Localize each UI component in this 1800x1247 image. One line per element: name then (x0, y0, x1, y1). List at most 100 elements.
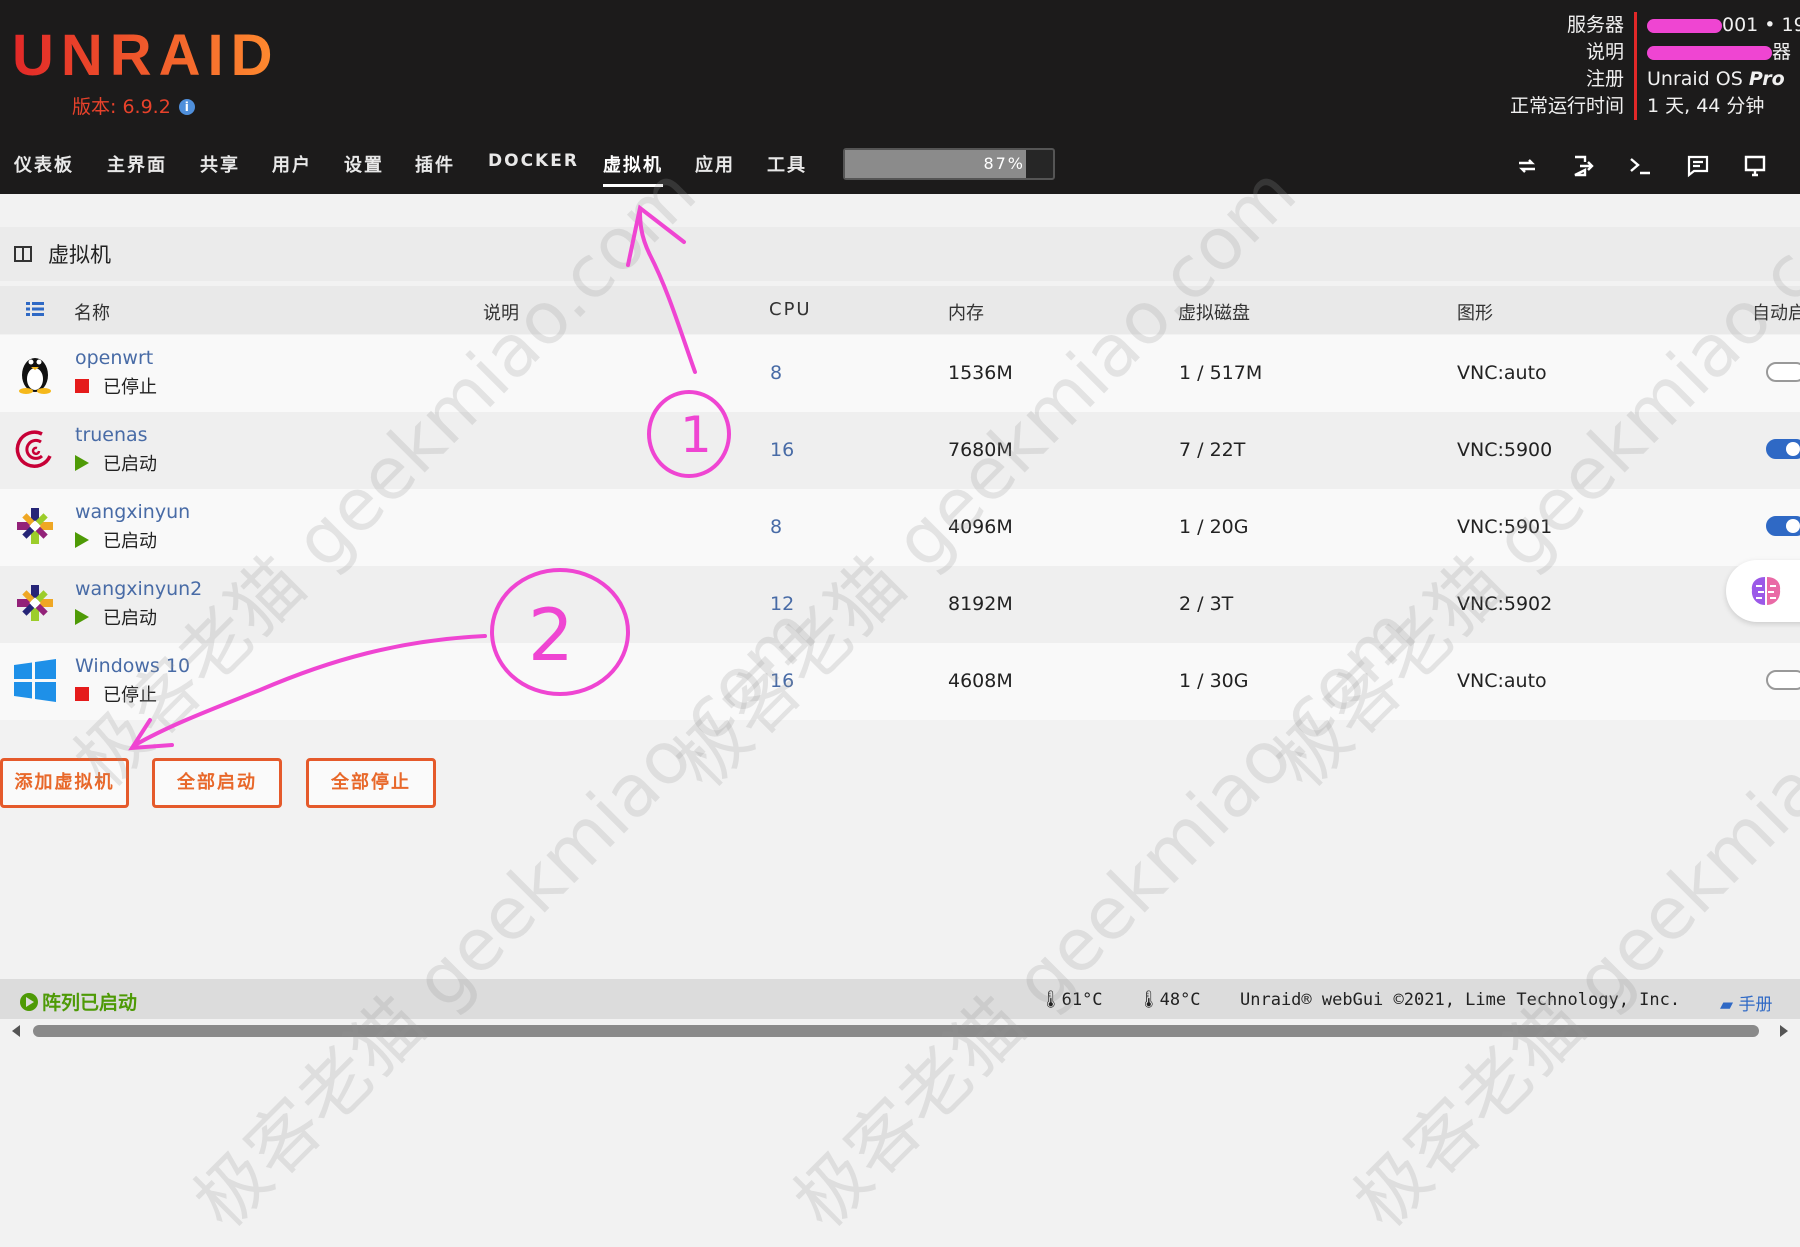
scroll-thumb[interactable] (33, 1025, 1759, 1037)
vm-memory: 1536M (948, 362, 1013, 384)
vm-vdisk: 7 / 22T (1179, 439, 1246, 461)
vm-row: openwrt 已停止 8 1536M 1 / 517M VNC:auto (0, 335, 1800, 412)
running-icon (75, 455, 89, 471)
scroll-left-arrow[interactable] (12, 1025, 20, 1037)
autostart-toggle[interactable] (1766, 670, 1800, 690)
vm-memory: 4096M (948, 516, 1013, 538)
nav-docker[interactable]: DOCKER (488, 151, 579, 171)
autostart-toggle[interactable] (1766, 362, 1800, 382)
vm-cpu[interactable]: 8 (770, 362, 782, 384)
manual-link[interactable]: ▰ 手册 (1720, 990, 1772, 1015)
play-circle-icon (20, 992, 38, 1011)
column-header-memory: 内存 (948, 303, 984, 324)
floating-assistant-button[interactable] (1726, 560, 1800, 622)
vm-memory: 7680M (948, 439, 1013, 461)
running-icon (75, 532, 89, 548)
column-header-vdisk: 虚拟磁盘 (1178, 303, 1250, 324)
version-label: 版本: 6.9.2 i (72, 92, 195, 119)
nav-main[interactable]: 主界面 (107, 151, 167, 177)
column-header-cpu: CPU (769, 299, 812, 320)
nav-tools[interactable]: 工具 (767, 151, 807, 177)
autostart-toggle[interactable] (1766, 516, 1800, 536)
vm-status: 已启动 (75, 527, 157, 553)
footer-bar: 阵列已启动 🌡61°C 🌡48°C Unraid® webGui ©2021, … (0, 979, 1800, 1019)
description-value: 器 (1634, 39, 1800, 66)
vm-memory: 8192M (948, 593, 1013, 615)
annotation-arrowhead-2 (128, 718, 174, 751)
centos-icon[interactable] (12, 580, 58, 626)
nav-apps[interactable]: 应用 (695, 151, 735, 177)
vm-graphics: VNC:auto (1457, 362, 1547, 384)
info-icon[interactable]: i (178, 99, 195, 115)
redaction-scribble (1647, 45, 1772, 60)
nav-vms[interactable]: 虚拟机 (603, 151, 663, 187)
column-header-description: 说明 (483, 303, 519, 324)
vm-row: wangxinyun 已启动 8 4096M 1 / 20G VNC:5901 (0, 489, 1800, 566)
vm-graphics: VNC:5902 (1457, 593, 1553, 615)
vm-name-link[interactable]: Windows 10 (75, 655, 190, 677)
vm-memory: 4608M (948, 670, 1013, 692)
panel-icon[interactable] (14, 246, 32, 262)
start-all-button[interactable]: 全部启动 (152, 758, 282, 808)
stopped-icon (75, 379, 89, 393)
debian-icon[interactable] (12, 426, 58, 472)
cpu-usage-text: 87% (983, 154, 1025, 173)
refresh-icon[interactable] (1515, 154, 1539, 178)
monitor-icon[interactable] (1743, 154, 1767, 178)
list-view-icon[interactable] (26, 301, 44, 317)
thermometer-icon: 🌡 (1040, 990, 1062, 1010)
thermometer-icon: 🌡 (1138, 990, 1160, 1010)
column-header-graphics: 图形 (1457, 303, 1493, 324)
autostart-toggle[interactable] (1766, 439, 1800, 459)
board-temperature: 🌡48°C (1138, 990, 1201, 1010)
horizontal-scrollbar[interactable] (0, 1019, 1800, 1041)
feedback-icon[interactable] (1686, 154, 1710, 178)
nav-shares[interactable]: 共享 (200, 151, 240, 177)
vm-cpu[interactable]: 12 (770, 593, 794, 615)
brain-icon (1751, 577, 1781, 605)
vm-graphics: VNC:5900 (1457, 439, 1553, 461)
nav-users[interactable]: 用户 (272, 151, 312, 177)
vm-name-link[interactable]: wangxinyun2 (75, 578, 202, 600)
vm-cpu[interactable]: 16 (770, 439, 794, 461)
redaction-scribble (1647, 18, 1722, 33)
column-header-autostart: 自动启 (1752, 303, 1800, 324)
registration-value[interactable]: Unraid OS Pro (1634, 66, 1800, 93)
server-info-row: 正常运行时间 1 天, 44 分钟 (1488, 93, 1800, 120)
linux-penguin-icon[interactable] (12, 349, 58, 395)
uptime-value: 1 天, 44 分钟 (1634, 93, 1800, 120)
windows-icon[interactable] (12, 657, 58, 703)
vm-cpu[interactable]: 8 (770, 516, 782, 538)
scroll-right-arrow[interactable] (1780, 1025, 1788, 1037)
vm-graphics: VNC:auto (1457, 670, 1547, 692)
nav-dashboard[interactable]: 仪表板 (14, 151, 74, 177)
server-label: 服务器 (1566, 14, 1624, 36)
description-label: 说明 (1585, 41, 1624, 63)
vm-cpu[interactable]: 16 (770, 670, 794, 692)
table-header: 名称 说明 CPU 内存 虚拟磁盘 图形 自动启 (0, 286, 1800, 334)
logout-icon[interactable] (1571, 154, 1595, 178)
terminal-icon[interactable] (1628, 154, 1652, 178)
centos-icon[interactable] (12, 503, 58, 549)
vm-name-link[interactable]: openwrt (75, 347, 153, 369)
section-title: 虚拟机 (48, 243, 111, 267)
unraid-logo[interactable]: UNRAID (12, 24, 280, 88)
server-value: 001 • 192 (1634, 12, 1800, 39)
stop-all-button[interactable]: 全部停止 (306, 758, 436, 808)
column-header-name: 名称 (74, 303, 110, 324)
add-vm-button[interactable]: 添加虚拟机 (0, 758, 129, 808)
vm-row: Windows 10 已停止 16 4608M 1 / 30G VNC:auto (0, 643, 1800, 720)
running-icon (75, 609, 89, 625)
section-header: 虚拟机 (0, 227, 1800, 281)
header-bar: UNRAID 版本: 6.9.2 i 服务器 001 • 192 说明 器 注册 … (0, 0, 1800, 194)
nav-plugins[interactable]: 插件 (415, 151, 455, 177)
vm-vdisk: 1 / 20G (1179, 516, 1249, 538)
vm-status: 已停止 (75, 373, 157, 399)
array-status: 阵列已启动 (20, 988, 137, 1015)
vm-name-link[interactable]: wangxinyun (75, 501, 190, 523)
nav-settings[interactable]: 设置 (344, 151, 384, 177)
vm-name-link[interactable]: truenas (75, 424, 148, 446)
active-tab-indicator (603, 184, 663, 187)
cpu-temperature: 🌡61°C (1040, 990, 1103, 1010)
stopped-icon (75, 687, 89, 701)
